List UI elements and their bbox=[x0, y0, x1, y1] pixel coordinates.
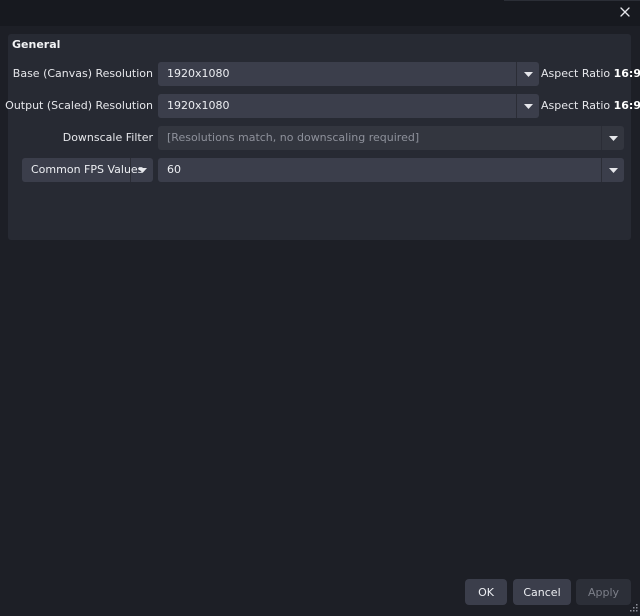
title-bar bbox=[0, 0, 640, 26]
title-bar-accent bbox=[504, 0, 640, 1]
output-resolution-combo[interactable]: 1920x1080 bbox=[158, 94, 539, 118]
resize-grip-icon[interactable] bbox=[628, 604, 638, 614]
base-aspect-ratio: Aspect Ratio 16:9 bbox=[541, 67, 640, 80]
chevron-down-icon bbox=[608, 135, 618, 141]
output-aspect-ratio-prefix: Aspect Ratio bbox=[541, 99, 611, 112]
base-resolution-combo[interactable]: 1920x1080 bbox=[158, 62, 539, 86]
chevron-down-icon bbox=[608, 167, 618, 173]
cancel-button[interactable]: Cancel bbox=[513, 579, 571, 605]
downscale-filter-value: [Resolutions match, no downscaling requi… bbox=[167, 131, 420, 144]
output-resolution-label: Output (Scaled) Resolution bbox=[5, 99, 153, 112]
downscale-filter-label: Downscale Filter bbox=[62, 131, 153, 144]
base-aspect-ratio-prefix: Aspect Ratio bbox=[541, 67, 611, 80]
close-icon bbox=[620, 7, 630, 17]
chevron-down-icon bbox=[137, 167, 147, 173]
base-resolution-dropdown-button[interactable] bbox=[516, 62, 539, 86]
output-resolution-value: 1920x1080 bbox=[167, 99, 230, 112]
general-group: General Base (Canvas) Resolution 1920x10… bbox=[5, 34, 640, 240]
fps-value: 60 bbox=[167, 163, 181, 176]
close-button[interactable] bbox=[614, 2, 636, 22]
fps-type-select[interactable]: Common FPS Values bbox=[22, 158, 153, 182]
base-resolution-label: Base (Canvas) Resolution bbox=[12, 67, 153, 80]
fps-value-dropdown-button[interactable] bbox=[601, 158, 624, 182]
base-resolution-value: 1920x1080 bbox=[167, 67, 230, 80]
base-aspect-ratio-value: 16:9 bbox=[613, 67, 640, 80]
fps-value-combo[interactable]: 60 bbox=[158, 158, 624, 182]
chevron-down-icon bbox=[523, 71, 533, 77]
fps-type-value: Common FPS Values bbox=[31, 163, 144, 176]
apply-button[interactable]: Apply bbox=[576, 579, 631, 605]
output-resolution-dropdown-button[interactable] bbox=[516, 94, 539, 118]
fps-type-dropdown-button[interactable] bbox=[130, 158, 153, 182]
output-aspect-ratio-value: 16:9 bbox=[613, 99, 640, 112]
ok-button[interactable]: OK bbox=[465, 579, 507, 605]
output-aspect-ratio: Aspect Ratio 16:9 bbox=[541, 99, 640, 112]
downscale-filter-combo[interactable]: [Resolutions match, no downscaling requi… bbox=[158, 126, 624, 150]
group-title: General bbox=[12, 38, 61, 51]
downscale-filter-dropdown-button[interactable] bbox=[601, 126, 624, 150]
chevron-down-icon bbox=[523, 103, 533, 109]
